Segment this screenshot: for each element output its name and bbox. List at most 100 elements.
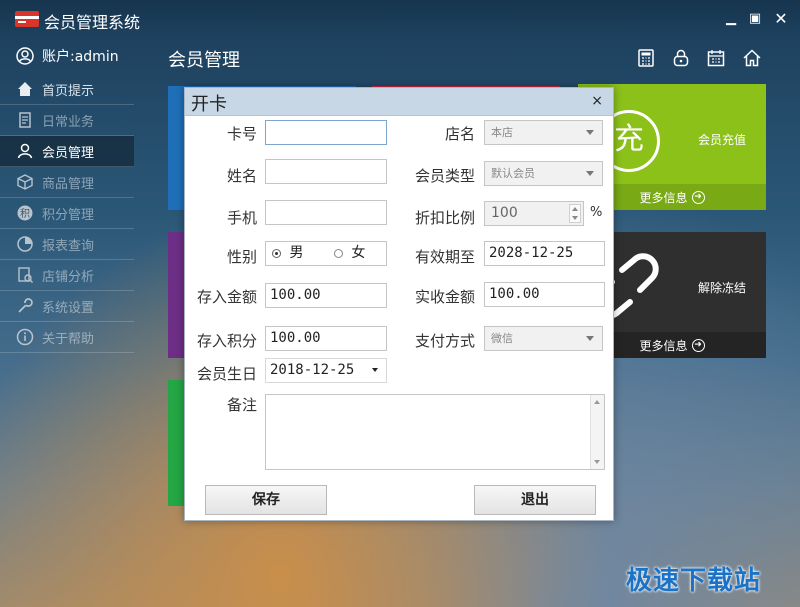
store-label: 店名	[444, 125, 475, 143]
discount-label: 折扣比例	[414, 209, 475, 227]
sidebar-item-daily[interactable]: 日常业务	[0, 105, 134, 136]
sidebar-item-label: 日常业务	[42, 114, 95, 130]
points-input[interactable]: 100.00	[265, 326, 387, 351]
gender-label: 性别	[226, 248, 257, 266]
phone-input[interactable]	[265, 200, 387, 225]
points-label: 存入积分	[196, 332, 257, 350]
received-input[interactable]: 100.00	[484, 282, 605, 307]
app-logo-icon	[15, 11, 39, 27]
payment-value: 微信	[491, 332, 513, 345]
maximize-button[interactable]: ▣	[746, 10, 764, 28]
analysis-icon	[18, 267, 34, 284]
card-no-input[interactable]	[265, 120, 387, 145]
more-info-label: 更多信息	[639, 190, 688, 205]
save-button[interactable]: 保存	[205, 485, 327, 515]
home-icon	[18, 82, 32, 96]
sidebar-item-members[interactable]: 会员管理	[0, 136, 134, 167]
gender-male-radio[interactable]	[272, 248, 281, 258]
name-input[interactable]	[265, 159, 387, 184]
spinner-buttons[interactable]	[569, 204, 581, 223]
discount-unit: %	[590, 205, 603, 220]
received-label: 实收金额	[414, 288, 475, 306]
wrench-icon	[18, 298, 33, 313]
member-type-value: 默认会员	[491, 167, 535, 180]
deposit-input[interactable]: 100.00	[265, 283, 387, 308]
member-type-label: 会员类型	[414, 167, 475, 185]
close-window-button[interactable]: ✕	[772, 10, 790, 28]
account-label: 账户:admin	[42, 49, 119, 65]
discount-spinner[interactable]: 100	[484, 201, 584, 226]
gender-radio-group: 男 女	[265, 241, 387, 266]
chevron-down-icon	[586, 171, 594, 176]
points-icon: 积	[17, 205, 33, 221]
sidebar-item-label: 店铺分析	[42, 269, 95, 285]
spin-up-icon	[572, 207, 578, 211]
chevron-down-icon	[586, 336, 594, 341]
sidebar-item-label: 会员管理	[42, 145, 95, 161]
payment-select[interactable]: 微信	[484, 326, 603, 351]
card-no-label: 卡号	[226, 125, 257, 143]
gender-female-label: 女	[351, 245, 366, 261]
birthday-date-picker[interactable]: 2018-12-25	[265, 358, 387, 383]
discount-value: 100	[491, 205, 518, 221]
minimize-button[interactable]: ▁	[722, 10, 740, 28]
app-title: 会员管理系统	[44, 13, 141, 32]
document-icon	[19, 112, 31, 128]
home-icon[interactable]	[742, 48, 762, 68]
tile-label: 解除冻结	[698, 281, 747, 295]
payment-label: 支付方式	[414, 332, 475, 350]
phone-label: 手机	[226, 209, 257, 227]
store-value: 本店	[491, 126, 513, 139]
gender-male-label: 男	[289, 245, 304, 261]
open-card-dialog: 开卡 × 卡号 姓名 手机 性别 存入金额 存入积分 会员生日 备注 男 女 1…	[184, 87, 614, 521]
sidebar-item-store-analysis[interactable]: 店铺分析	[0, 260, 134, 291]
dialog-title: 开卡	[191, 94, 227, 115]
sidebar-item-home[interactable]: 首页提示	[0, 74, 134, 105]
sidebar-item-label: 首页提示	[42, 83, 95, 99]
expiry-input[interactable]: 2028-12-25	[484, 241, 605, 266]
arrow-right-circle-icon: ➜	[691, 190, 705, 204]
arrow-right-circle-icon: ➜	[691, 338, 705, 352]
user-circle-icon	[16, 47, 34, 65]
tile-label: 会员充值	[698, 133, 747, 147]
info-icon	[16, 328, 34, 346]
box-icon	[17, 174, 33, 190]
calculator-icon[interactable]	[636, 48, 656, 68]
lock-icon[interactable]	[671, 48, 691, 68]
account-info[interactable]: 账户:admin	[0, 38, 134, 74]
sidebar-item-label: 商品管理	[42, 176, 95, 192]
dialog-close-button[interactable]: ×	[591, 93, 603, 109]
title-bar: 会员管理系统 ▁ ▣ ✕	[0, 0, 800, 38]
sidebar-item-label: 报表查询	[42, 238, 95, 254]
svg-text:积: 积	[20, 208, 30, 220]
note-label: 备注	[226, 396, 257, 414]
sidebar-item-products[interactable]: 商品管理	[0, 167, 134, 198]
deposit-label: 存入金额	[196, 288, 257, 306]
sidebar: 账户:admin 首页提示 日常业务 会员管理 商品管理 积 积分管理 报表查询…	[0, 38, 134, 358]
gender-female-radio[interactable]	[333, 248, 343, 258]
dropdown-arrow-icon	[372, 368, 378, 372]
sidebar-item-settings[interactable]: 系统设置	[0, 291, 134, 322]
chevron-down-icon	[586, 130, 594, 135]
scroll-up-icon	[594, 400, 600, 404]
sidebar-item-reports[interactable]: 报表查询	[0, 229, 134, 260]
dialog-header: 开卡 ×	[185, 88, 613, 116]
pie-chart-icon	[17, 236, 33, 252]
spin-down-icon	[572, 216, 578, 220]
sidebar-item-label: 关于帮助	[42, 331, 95, 347]
note-scrollbar[interactable]	[590, 395, 604, 469]
note-textarea[interactable]	[265, 394, 605, 470]
sidebar-item-label: 积分管理	[42, 207, 95, 223]
birthday-label: 会员生日	[196, 365, 257, 383]
name-label: 姓名	[226, 167, 257, 185]
member-type-select[interactable]: 默认会员	[484, 161, 603, 186]
scroll-down-icon	[594, 460, 600, 464]
sidebar-item-points[interactable]: 积 积分管理	[0, 198, 134, 229]
user-icon	[17, 143, 33, 159]
exit-button[interactable]: 退出	[474, 485, 596, 515]
sidebar-item-label: 系统设置	[42, 300, 95, 316]
birthday-value: 2018-12-25	[270, 362, 355, 378]
calendar-icon[interactable]	[706, 48, 726, 68]
sidebar-item-help[interactable]: 关于帮助	[0, 322, 134, 353]
store-select[interactable]: 本店	[484, 120, 603, 145]
